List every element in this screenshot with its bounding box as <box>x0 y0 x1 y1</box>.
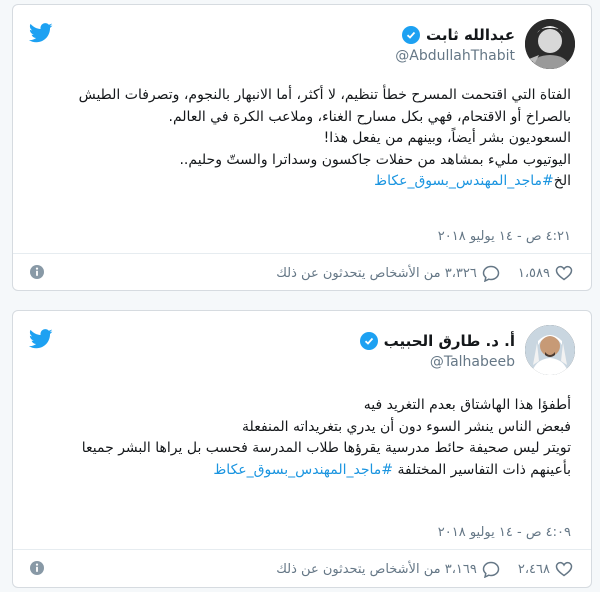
tweet-line: فبعض الناس ينشر السوء دون أن يدري بتغريد… <box>242 418 571 435</box>
info-icon[interactable] <box>29 264 45 280</box>
tweet-line: اليوتيوب مليء بمشاهد من حفلات جاكسون وسد… <box>179 151 571 168</box>
tweet-card[interactable]: عبدالله ثابت @AbdullahThabit الفتاة التي… <box>12 4 592 291</box>
tweet-header: عبدالله ثابت @AbdullahThabit <box>29 19 575 75</box>
divider <box>13 253 591 254</box>
tweet-actions: ١،٥٨٩ ٣،٣٢٦ من الأشخاص يتحدثون عن ذلك <box>29 261 573 285</box>
reply-count-text[interactable]: ٣،٣٢٦ من الأشخاص يتحدثون عن ذلك <box>276 266 477 281</box>
like-action[interactable]: ٢،٤٦٨ <box>518 561 573 577</box>
timestamp[interactable]: ٤:٠٩ ص - ١٤ يوليو ٢٠١٨ <box>438 525 571 540</box>
tweet-text: أطفؤا هذا الهاشتاق بعدم التغريد فيه فبعض… <box>29 395 571 481</box>
like-action[interactable]: ١،٥٨٩ <box>518 265 573 281</box>
tweet-line: أطفؤا هذا الهاشتاق بعدم التغريد فيه <box>363 397 571 413</box>
tweet-line: الفتاة التي اقتحمت المسرح خطأ تنظيم، لا … <box>78 87 571 103</box>
like-count: ٢،٤٦٨ <box>517 561 550 577</box>
tweet-card[interactable]: أ. د. طارق الحبيب @Talhabeeb أطفؤا هذا ا… <box>12 310 592 588</box>
reply-count-text[interactable]: ٣،١٦٩ من الأشخاص يتحدثون عن ذلك <box>276 562 477 577</box>
reply-action[interactable]: ٣،٣٢٦ من الأشخاص يتحدثون عن ذلك <box>276 265 500 282</box>
tweet-line-last: بأعينهم ذات التفاسير المختلفة #ماجد_المه… <box>29 460 571 482</box>
tweet-line: تويتر ليس صحيفة حائط مدرسية يقرؤها طلاب … <box>81 440 571 456</box>
info-icon[interactable] <box>29 560 45 576</box>
like-count: ١،٥٨٩ <box>517 265 550 281</box>
tweet-line-last: الخ#ماجد_المهندس_بسوق_عكاظ <box>29 171 571 193</box>
display-name-text[interactable]: أ. د. طارق الحبيب <box>384 332 515 350</box>
avatar[interactable] <box>525 325 575 375</box>
divider <box>13 549 591 550</box>
tweet-line: بالصراخ أو الاقتحام، فهي بكل مسارح الغنا… <box>168 108 571 125</box>
verified-badge-icon <box>359 332 378 350</box>
display-name[interactable]: عبدالله ثابت <box>401 26 515 44</box>
heart-icon[interactable] <box>555 561 573 577</box>
tweet-header: أ. د. طارق الحبيب @Talhabeeb <box>29 325 575 381</box>
reply-bubble-icon[interactable] <box>482 561 500 578</box>
heart-icon[interactable] <box>555 265 573 281</box>
timestamp[interactable]: ٤:٢١ ص - ١٤ يوليو ٢٠١٨ <box>438 229 571 244</box>
twitter-bird-icon[interactable] <box>29 23 53 43</box>
reply-bubble-icon[interactable] <box>482 265 500 282</box>
tweet-line-text: الخ <box>553 173 571 189</box>
tweet-line: السعوديون بشر أيضاً، وبينهم من يفعل هذا! <box>323 130 571 146</box>
hashtag-link[interactable]: #ماجد_المهندس_بسوق_عكاظ <box>374 173 554 189</box>
reply-action[interactable]: ٣،١٦٩ من الأشخاص يتحدثون عن ذلك <box>276 561 500 578</box>
tweet-actions: ٢،٤٦٨ ٣،١٦٩ من الأشخاص يتحدثون عن ذلك <box>29 557 573 581</box>
handle[interactable]: @Talhabeeb <box>360 354 515 370</box>
handle[interactable]: @AbdullahThabit <box>395 48 515 64</box>
hashtag-link[interactable]: #ماجد_المهندس_بسوق_عكاظ <box>213 462 393 478</box>
tweet-line-text: بأعينهم ذات التفاسير المختلفة <box>397 461 571 478</box>
tweet-text: الفتاة التي اقتحمت المسرح خطأ تنظيم، لا … <box>29 85 571 193</box>
display-name[interactable]: أ. د. طارق الحبيب <box>359 332 515 350</box>
twitter-bird-icon[interactable] <box>29 329 53 349</box>
display-name-text[interactable]: عبدالله ثابت <box>426 26 515 44</box>
avatar[interactable] <box>525 19 575 69</box>
verified-badge-icon <box>401 26 420 44</box>
